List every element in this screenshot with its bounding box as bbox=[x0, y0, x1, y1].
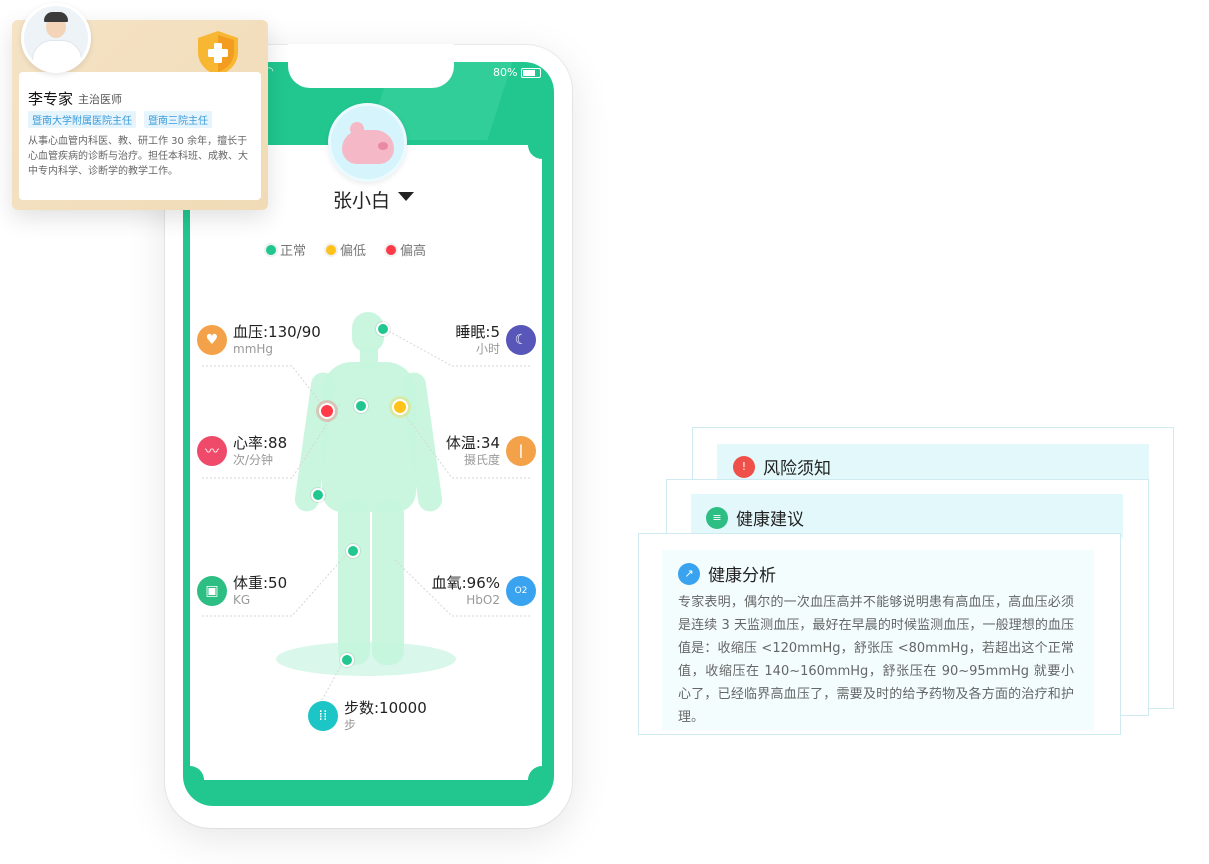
temperature-unit: 摄氏度 bbox=[463, 453, 500, 467]
metric-sleep[interactable]: ☾ 睡眠:5 小时 bbox=[440, 323, 536, 357]
doctor-coat bbox=[32, 40, 82, 70]
advice-title-text: 健康建议 bbox=[736, 510, 804, 530]
chart-icon: ↗ bbox=[678, 562, 700, 585]
metric-heart-rate[interactable]: 〰 心率:88 次/分钟 bbox=[197, 434, 287, 468]
doctor-tag-1: 暨南大学附属医院主任 bbox=[28, 111, 136, 128]
doctor-description: 从事心血管内科医、教、研工作 30 余年，擅长于心血管疾病的诊断与治疗。担任本科… bbox=[28, 136, 248, 177]
analysis-text: 专家表明，偶尔的一次血压高并不能够说明患有高血压，高血压必须是连续 3 天监测血… bbox=[678, 595, 1074, 725]
steps-value: 步数:10000 bbox=[344, 699, 427, 717]
weight-value: 体重:50 bbox=[233, 574, 288, 592]
analysis-title-text: 健康分析 bbox=[708, 566, 776, 586]
doctor-name: 李专家 bbox=[28, 90, 74, 108]
sleep-value: 睡眠:5 bbox=[455, 323, 500, 341]
temperature-value: 体温:34 bbox=[445, 434, 500, 452]
chat-icon: ≡ bbox=[706, 506, 728, 529]
point-foot[interactable] bbox=[340, 653, 354, 667]
point-chest[interactable] bbox=[354, 399, 368, 413]
doctor-hair bbox=[44, 12, 68, 22]
shield-plus-icon bbox=[198, 31, 238, 76]
advice-card-title: ≡ 健康建议 bbox=[706, 505, 804, 530]
blood-pressure-icon: ♥ bbox=[197, 325, 227, 355]
metric-steps[interactable]: ⁞⁞ 步数:10000 步 bbox=[308, 699, 427, 733]
heartbeat-icon: 〰 bbox=[197, 436, 227, 466]
doctor-tag-2: 暨南三院主任 bbox=[144, 111, 212, 128]
risk-card-title: ! 风险须知 bbox=[733, 454, 831, 479]
moon-icon: ☾ bbox=[506, 325, 536, 355]
scale-icon: ▣ bbox=[197, 576, 227, 606]
blood-oxygen-unit: HbO2 bbox=[466, 593, 500, 607]
steps-unit: 步 bbox=[344, 718, 357, 732]
sleep-unit: 小时 bbox=[475, 342, 500, 356]
oxygen-icon: O2 bbox=[506, 576, 536, 606]
point-right-shoulder[interactable] bbox=[392, 399, 408, 415]
thermometer-icon: ǀ bbox=[506, 436, 536, 466]
metric-blood-oxygen[interactable]: O2 血氧:96% HbO2 bbox=[420, 574, 536, 608]
risk-icon: ! bbox=[733, 455, 755, 478]
point-knee[interactable] bbox=[346, 544, 360, 558]
heart-rate-unit: 次/分钟 bbox=[233, 453, 274, 467]
doctor-avatar bbox=[21, 3, 91, 73]
analysis-card-title: ↗ 健康分析 bbox=[678, 561, 776, 586]
doctor-title: 主治医师 bbox=[78, 93, 122, 106]
blood-pressure-unit: mmHg bbox=[233, 342, 274, 356]
metric-weight[interactable]: ▣ 体重:50 KG bbox=[197, 574, 287, 608]
footprints-icon: ⁞⁞ bbox=[308, 701, 338, 731]
point-left-shoulder[interactable] bbox=[319, 403, 335, 419]
point-head[interactable] bbox=[376, 322, 390, 336]
blood-oxygen-value: 血氧:96% bbox=[431, 574, 500, 592]
blood-pressure-value: 血压:130/90 bbox=[233, 323, 321, 341]
heart-rate-value: 心率:88 bbox=[233, 434, 288, 452]
metric-temperature[interactable]: ǀ 体温:34 摄氏度 bbox=[430, 434, 536, 468]
risk-title-text: 风险须知 bbox=[763, 459, 831, 479]
metric-blood-pressure[interactable]: ♥ 血压:130/90 mmHg bbox=[197, 323, 321, 357]
weight-unit: KG bbox=[233, 593, 251, 607]
point-left-hand[interactable] bbox=[311, 488, 325, 502]
